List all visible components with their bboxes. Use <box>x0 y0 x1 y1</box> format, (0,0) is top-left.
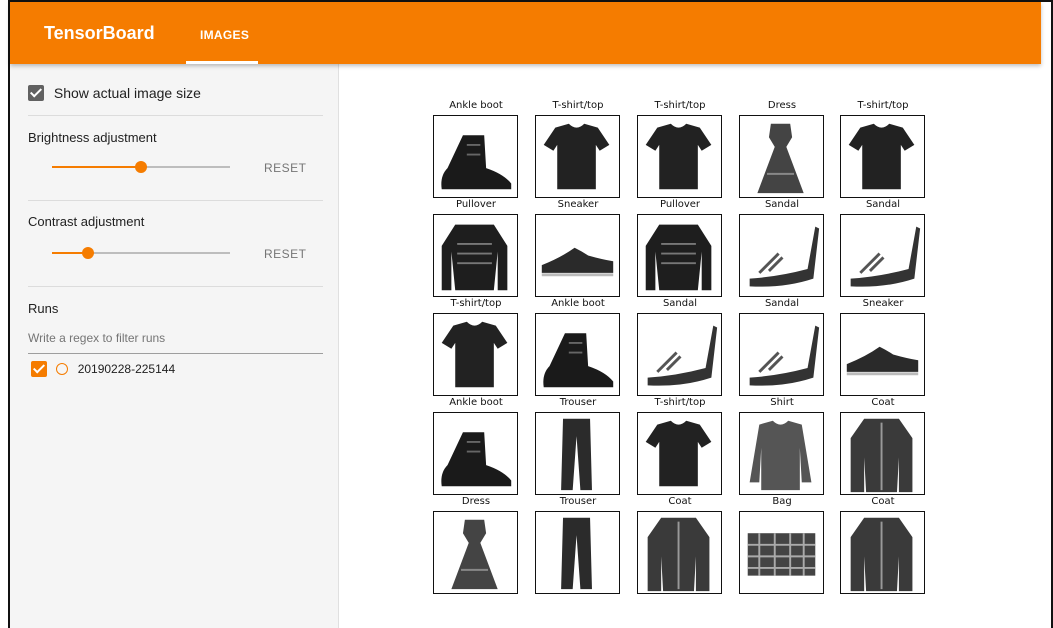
image-thumbnail <box>739 214 824 297</box>
image-thumbnail <box>433 412 518 495</box>
show-actual-size-checkbox[interactable] <box>28 85 44 102</box>
app-title: TensorBoard <box>44 23 155 43</box>
image-caption: Coat <box>871 397 895 408</box>
image-caption: Coat <box>668 496 692 507</box>
image-thumbnail <box>739 412 824 495</box>
contrast-title: Contrast adjustment <box>28 214 145 229</box>
images-panel: Ankle boot T-shirt/top T-shirt/top Dress T-s… <box>340 64 1041 628</box>
image-thumbnail <box>535 313 620 396</box>
run-label: 20190228-225144 <box>77 362 176 376</box>
image-caption: T-shirt/top <box>552 100 604 111</box>
image-caption: T-shirt/top <box>654 397 706 408</box>
show-actual-size-label: Show actual image size <box>53 85 201 102</box>
run-item[interactable]: 20190228-225144 <box>31 361 175 377</box>
image-caption: Sandal <box>865 199 901 210</box>
image-thumbnail <box>840 511 925 594</box>
image-thumbnail <box>535 214 620 297</box>
sidebar: Show actual image size Brightness adjust… <box>10 64 339 628</box>
image-thumbnail <box>535 115 620 198</box>
image-caption: Sandal <box>764 199 800 210</box>
image-caption: Pullover <box>659 199 701 210</box>
image-caption: Coat <box>871 496 895 507</box>
image-thumbnail <box>433 214 518 297</box>
image-caption: Sandal <box>764 298 800 309</box>
contrast-reset-button[interactable]: RESET <box>264 247 307 261</box>
image-caption: Ankle boot <box>551 298 605 309</box>
divider <box>28 200 323 201</box>
image-caption: Dress <box>461 496 491 507</box>
contrast-slider[interactable] <box>52 243 230 263</box>
run-filter-input[interactable]: Write a regex to filter runs <box>28 330 323 354</box>
image-thumbnail <box>637 214 722 297</box>
tab-images-label: IMAGES <box>200 28 250 42</box>
image-caption: Trouser <box>559 496 597 507</box>
image-thumbnail <box>637 511 722 594</box>
run-color-radio[interactable] <box>56 363 69 375</box>
active-tab-indicator <box>186 61 258 64</box>
slider-knob[interactable] <box>135 161 147 173</box>
image-thumbnail <box>840 115 925 198</box>
image-thumbnail <box>637 412 722 495</box>
image-thumbnail <box>433 511 518 594</box>
image-thumbnail <box>840 313 925 396</box>
image-caption: T-shirt/top <box>857 100 909 111</box>
brightness-reset-button[interactable]: RESET <box>264 161 307 175</box>
image-caption: Sneaker <box>557 199 599 210</box>
divider <box>28 286 323 287</box>
image-thumbnail <box>433 115 518 198</box>
image-thumbnail <box>840 214 925 297</box>
image-thumbnail <box>535 511 620 594</box>
image-thumbnail <box>739 313 824 396</box>
image-thumbnail <box>739 511 824 594</box>
top-app-bar: TensorBoard IMAGES <box>10 2 1041 64</box>
image-caption: Pullover <box>455 199 497 210</box>
brightness-title: Brightness adjustment <box>28 130 157 145</box>
image-caption: Sneaker <box>862 298 904 309</box>
image-thumbnail <box>535 412 620 495</box>
image-caption: Sandal <box>662 298 698 309</box>
image-caption: T-shirt/top <box>450 298 502 309</box>
image-caption: Trouser <box>559 397 597 408</box>
image-thumbnail <box>637 115 722 198</box>
run-checkbox[interactable] <box>31 361 47 377</box>
image-caption: Dress <box>767 100 797 111</box>
image-thumbnail <box>637 313 722 396</box>
image-caption: T-shirt/top <box>654 100 706 111</box>
slider-fill <box>52 166 141 168</box>
image-caption: Ankle boot <box>449 397 503 408</box>
image-thumbnail <box>840 412 925 495</box>
runs-title: Runs <box>28 301 59 316</box>
image-thumbnail <box>739 115 824 198</box>
image-caption: Bag <box>772 496 792 507</box>
slider-knob[interactable] <box>81 247 94 259</box>
brightness-slider[interactable] <box>52 157 230 177</box>
image-caption: Shirt <box>770 397 794 408</box>
image-caption: Ankle boot <box>449 100 503 111</box>
tab-images[interactable]: IMAGES <box>186 2 258 64</box>
show-actual-size-option[interactable]: Show actual image size <box>28 84 323 102</box>
image-thumbnail <box>433 313 518 396</box>
divider <box>28 115 323 116</box>
